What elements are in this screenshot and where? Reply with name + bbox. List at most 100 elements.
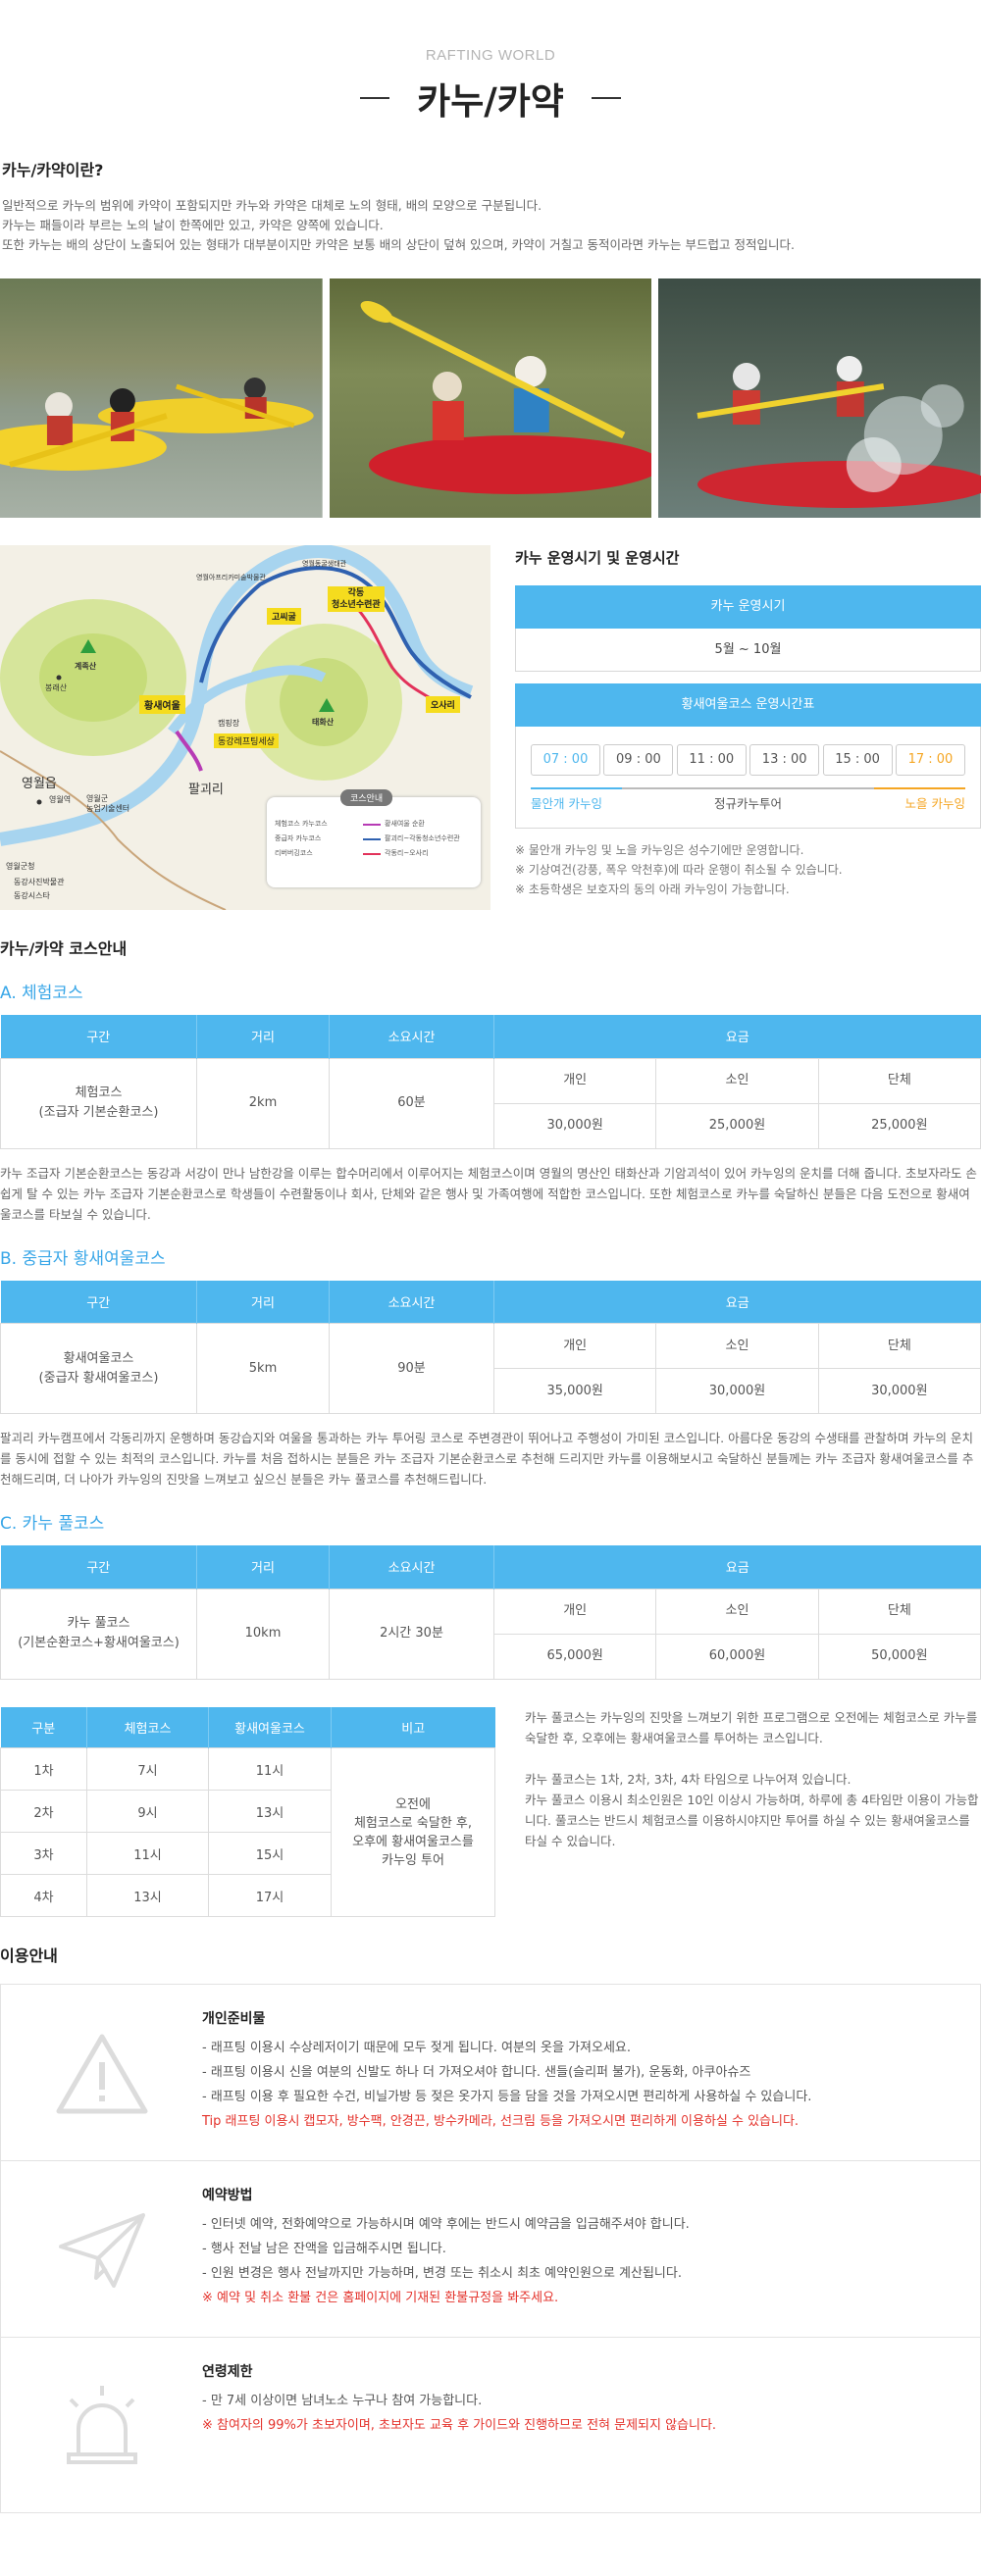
warning-icon [1,1985,202,2160]
map-legend-title: 코스안내 [340,789,393,806]
map-label-camp: 캠핑장 [218,719,240,728]
page-header: RAFTING WORLD 카누/카약 [0,0,981,157]
fee-value: 25,000원 [655,1102,819,1149]
fee-type: 단체 [817,1323,981,1369]
fee-type: 소인 [655,1323,819,1369]
timeline-left-bracket [531,780,622,789]
photo-gallery [0,278,981,518]
map-label-dongang-tour: 동강사진박물관 [14,878,65,886]
title-dash-left [360,97,390,99]
col-fee: 요금 [493,1015,981,1058]
time-chip: 15 : 00 [822,744,893,776]
course-b-title: B. 중급자 황새여울코스 [0,1248,166,1269]
full-course-table: 구분 체험코스 황새여울코스 비고 1차 7시 11시 오전에 체험코스로 숙달… [0,1706,495,1917]
remark-cell: 오전에 체험코스로 숙달한 후, 오후에 황새여울코스를 카누잉 투어 [331,1747,495,1917]
map-label-gakdong: 각동 청소년수련관 [328,586,385,612]
map-label-hwangsae: 황새여울 [139,695,185,714]
courses-title: 카누/카약 코스안내 [0,939,128,958]
time-chip: 11 : 00 [676,744,747,776]
guide-item-title: 연령제한 [202,2364,253,2380]
map-label-top1: 영월동굴생태관 [302,560,347,568]
map-label-gyejoksan: 계족산 [75,662,97,671]
time-chips: 07 : 00 09 : 00 11 : 00 13 : 00 15 : 00 … [516,727,980,776]
time-chip: 09 : 00 [603,744,674,776]
page-subtitle: RAFTING WORLD [425,47,556,64]
intro-line: 카누는 패들이라 부르는 노의 날이 한쪽에만 있고, 카약은 양쪽에 있습니다… [2,218,384,232]
course-a-table: 구간 거리 소요시간 요금 체험코스 (조급자 기본순환코스) 2km 60분 … [0,1015,981,1149]
fee-type: 개인 [492,1323,657,1369]
time-timeline: 물안개 카누잉 정규카누투어 노을 카누잉 [531,776,965,819]
fee-value: 60,000원 [655,1633,819,1680]
course-b-table: 구간 거리 소요시간 요금 황새여울코스 (중급자 황새여울코스) 5km 90… [0,1280,981,1414]
map-label-top2: 영월아프리카미술박물관 [196,574,266,581]
page: RAFTING WORLD 카누/카약 카누/카약이란? 일반적으로 카누의 범… [0,0,981,2543]
fee-value: 50,000원 [817,1633,981,1680]
full-course-section: 구분 체험코스 황새여울코스 비고 1차 7시 11시 오전에 체험코스로 숙달… [0,1706,981,1917]
fee-type: 단체 [817,1057,981,1104]
map-label-yeongwol: 영월읍 [22,777,57,791]
course-section: 황새여울코스 (중급자 황새여울코스) [0,1323,197,1414]
time-chip: 17 : 00 [895,744,965,776]
col-distance: 거리 [196,1015,330,1058]
guide-item-reservation: 예약방법 - 인터넷 예약, 전화예약으로 가능하시며 예약 후에는 반드시 예… [1,2161,980,2338]
map-label-camp2: 동강레프팅세상 [214,733,279,748]
schedule-title: 카누 운영시기 및 운영시간 [515,549,680,567]
timeline-right-label: 노을 카누잉 [904,796,965,811]
col-round: 구분 [0,1706,87,1748]
timeline-mid-label: 정규카누투어 [713,796,783,811]
schedule-notes: ※ 물안개 카누잉 및 노을 카누잉은 성수기에만 운영합니다. ※ 기상여건(… [515,840,981,899]
course-c-title: C. 카누 풀코스 [0,1514,105,1534]
guide-notice: ※ 예약 및 취소 환불 건은 홈페이지에 기재된 환불규정을 봐주세요. [202,2291,559,2305]
period-header: 카누 운영시기 [515,585,981,629]
fee-type: 소인 [655,1057,819,1104]
intro-line: 또한 카누는 배의 상단이 노출되어 있는 형태가 대부분이지만 카약은 보통 … [2,237,795,252]
schedule-note: ※ 기상여건(강풍, 폭우 악천후)에 따라 운행이 취소될 수 있습니다. [515,863,843,877]
map-legend-row: 체험코스 카누코스 황새여울 순환 [275,820,425,828]
col-trial: 체험코스 [86,1706,209,1748]
alarm-light-icon [1,2338,202,2514]
timeline-right-bracket [874,780,965,789]
time-chip: 07 : 00 [531,744,600,776]
guide-title: 이용안내 [0,1946,58,1965]
col-distance: 거리 [196,1545,330,1589]
col-fee: 요금 [493,1280,981,1324]
kayak-photo-2 [329,278,652,518]
map-label-palgoeri: 팔괴리 [188,783,224,797]
map-label-osari: 오사리 [426,696,460,713]
map-label-bongraesan: 봉래산 [45,683,68,692]
col-time: 소요시간 [329,1015,494,1058]
guide-item-age: 연령제한 - 만 7세 이상이면 남녀노소 누구나 참여 가능합니다. ※ 참여… [1,2338,980,2514]
fee-value: 30,000원 [655,1368,819,1414]
period-value: 5월 ~ 10월 [515,629,981,672]
fee-value: 25,000원 [817,1102,981,1149]
course-a-title: A. 체험코스 [0,984,83,1003]
times-header: 황새여울코스 운영시간표 [515,683,981,727]
course-distance: 5km [196,1323,330,1414]
course-map: 계족산 태화산 봉래산 영월읍 영월역 영월군 농업기술센터 영월군청 동강사진… [0,545,490,910]
time-chip: 13 : 00 [749,744,820,776]
intro-section: 카누/카약이란? 일반적으로 카누의 범위에 카약이 포함되지만 카누와 카약은… [0,157,981,255]
fee-value: 35,000원 [492,1368,657,1414]
schedule-note: ※ 물안개 카누잉 및 노을 카누잉은 성수기에만 운영합니다. [515,843,804,857]
col-section: 구간 [0,1280,197,1324]
course-section: 체험코스 (조급자 기본순환코스) [0,1057,197,1149]
map-schedule-section: 계족산 태화산 봉래산 영월읍 영월역 영월군 농업기술센터 영월군청 동강사진… [0,545,981,910]
guide-item-title: 예약방법 [202,2188,253,2203]
map-label-taehwasan: 태화산 [312,718,335,727]
guide-tip: Tip 래프팅 이용시 캡모자, 방수팩, 안경끈, 방수카메라, 선크림 등을… [202,2114,800,2129]
map-legend-row: 중급자 카누코스 팔괴리~각동청소년수련관 [275,834,460,842]
course-a-desc: 카누 조급자 기본순환코스는 동강과 서강이 만나 남한강을 이루는 합수머리에… [0,1165,977,1222]
course-section: 카누 풀코스 (기본순환코스+황새여울코스) [0,1588,197,1680]
map-label-gopigol: 고씨굴 [267,608,301,625]
course-time: 90분 [329,1323,494,1414]
schedule-panel: 카누 운영시기 및 운영시간 카누 운영시기 5월 ~ 10월 황새여울코스 운… [490,545,981,910]
course-c-table: 구간 거리 소요시간 요금 카누 풀코스 (기본순환코스+황새여울코스) 10k… [0,1545,981,1680]
intro-line: 일반적으로 카누의 범위에 카약이 포함되지만 카누와 카약은 대체로 노의 형… [2,198,542,213]
fee-value: 30,000원 [492,1102,657,1149]
kayak-photo-1 [0,278,323,518]
guide-notice: ※ 참여자의 99%가 초보자이며, 초보자도 교육 후 가이드와 진행하므로 … [202,2418,717,2433]
page-title: 카누/카약 [417,80,564,123]
map-legend: 코스안내 체험코스 카누코스 황새여울 순환 중급자 카누코스 팔괴리~각동청소… [267,789,481,887]
schedule-note: ※ 초등학생은 보호자의 동의 아래 카누잉이 가능합니다. [515,883,790,896]
title-dash-right [591,97,621,99]
